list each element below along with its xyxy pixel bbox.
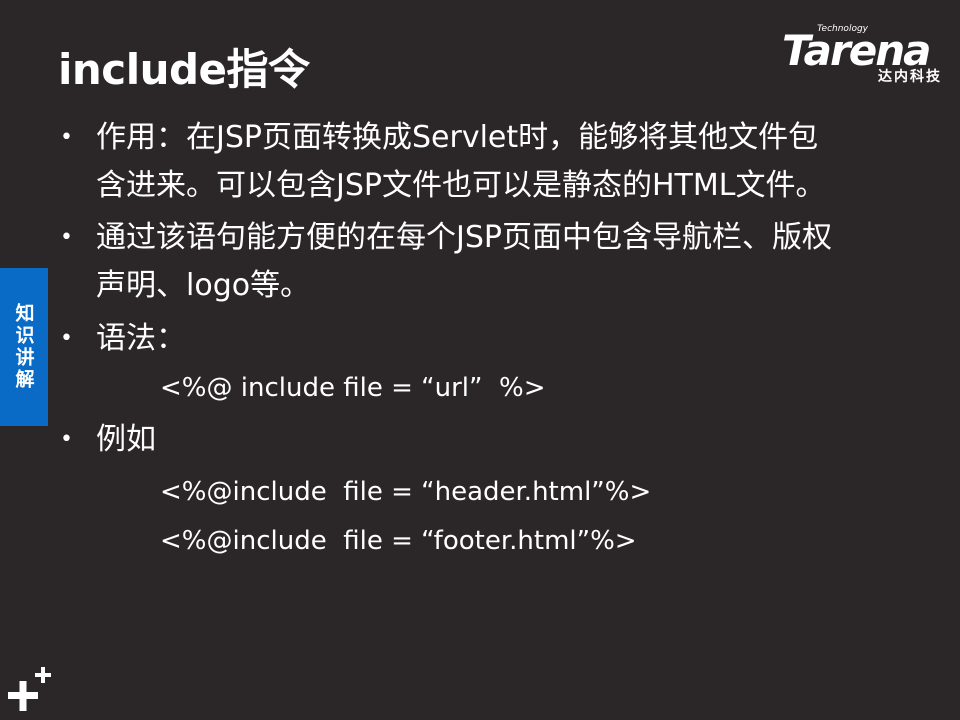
syntax-code-line: <%@ include file = “url” %> [160, 373, 546, 403]
bullet-dot-icon: • [60, 225, 73, 250]
slide-content: • 作用：在JSP页面转换成Servlet时，能够将其他文件包 含进来。可以包含… [0, 0, 960, 720]
example-code-line-2: <%@include file = “footer.html”%> [160, 526, 637, 556]
bullet-2-line-1: 通过该语句能方便的在每个JSP页面中包含导航栏、版权 [96, 220, 832, 255]
bullet-2-line-2: 声明、logo等。 [96, 268, 311, 303]
bullet-1-line-1: 作用：在JSP页面转换成Servlet时，能够将其他文件包 [96, 120, 819, 155]
bullet-dot-icon: • [60, 326, 73, 351]
plus-icon [8, 667, 51, 711]
example-code-line-1: <%@include file = “header.html”%> [160, 477, 652, 507]
bullet-dot-icon: • [60, 427, 73, 452]
bullet-4-line-1: 例如 [96, 422, 156, 457]
bullet-1-line-2: 含进来。可以包含JSP文件也可以是静态的HTML文件。 [96, 168, 826, 203]
bullet-3-line-1: 语法： [96, 321, 186, 356]
bullet-dot-icon: • [60, 125, 73, 150]
